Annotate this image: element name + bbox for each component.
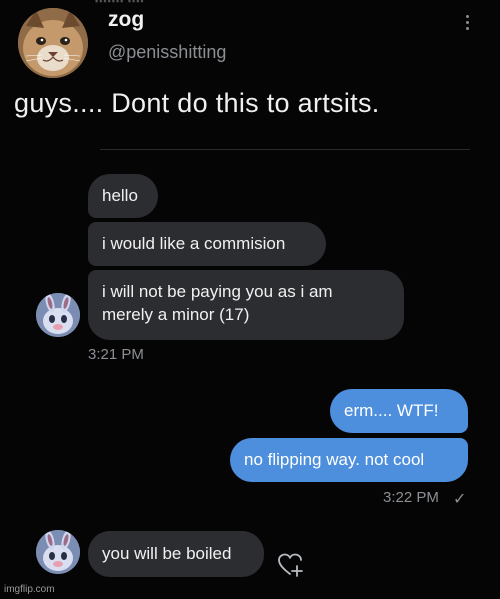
heart-plus-icon[interactable]: [276, 551, 306, 579]
tweet-text: guys.... Dont do this to artsits.: [14, 88, 380, 118]
message-timestamp: 3:22 PM: [383, 489, 439, 506]
checkmark-icon: ✓: [453, 491, 467, 508]
watermark: imgflip.com: [4, 584, 55, 595]
divider: [100, 149, 470, 150]
display-name[interactable]: zog: [108, 8, 144, 32]
message-text: i would like a commision: [102, 234, 286, 253]
rabbit-face-icon: [36, 530, 80, 574]
sender-avatar[interactable]: [36, 530, 80, 574]
user-handle[interactable]: @penisshitting: [108, 42, 226, 63]
message-bubble-incoming: i will not be paying you as i am merely …: [88, 270, 404, 340]
message-bubble-outgoing: no flipping way. not cool: [230, 438, 468, 482]
rabbit-face-icon: [36, 293, 80, 337]
profile-avatar[interactable]: [18, 8, 88, 78]
message-timestamp: 3:21 PM: [88, 346, 144, 363]
message-bubble-incoming: i would like a commision: [88, 222, 326, 266]
message-bubble-incoming: hello: [88, 174, 158, 218]
message-bubble-incoming: you will be boiled: [88, 531, 264, 577]
message-text-line: i will not be paying you as i am: [102, 282, 333, 301]
message-text-line: merely a minor (17): [102, 305, 250, 324]
message-text: erm.... WTF!: [344, 401, 439, 420]
message-text: no flipping way. not cool: [244, 450, 425, 469]
sender-avatar[interactable]: [36, 293, 80, 337]
screenshot: ▪▪▪▪▪▪▪ ▪▪▪▪ zog @penisshitting guys....…: [0, 0, 500, 599]
message-text: hello: [102, 186, 138, 205]
cat-face-icon: [18, 8, 88, 78]
cropped-text-sliver: ▪▪▪▪▪▪▪ ▪▪▪▪: [95, 0, 205, 4]
message-bubble-outgoing: erm.... WTF!: [330, 389, 468, 433]
more-vertical-icon[interactable]: [460, 12, 474, 38]
message-text: you will be boiled: [102, 544, 232, 563]
